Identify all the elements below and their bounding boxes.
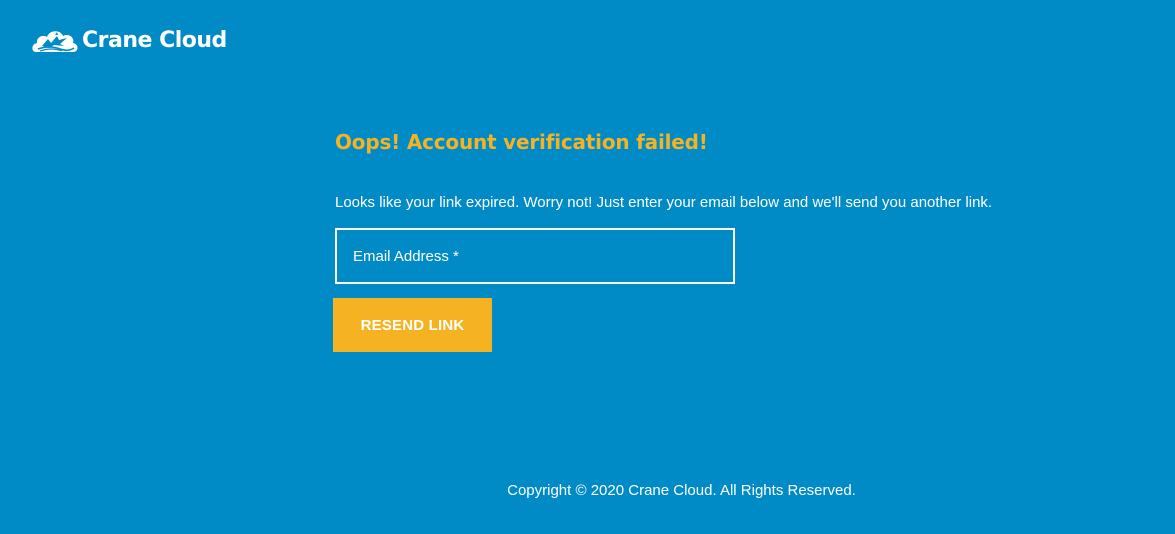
copyright-text: Copyright © 2020 Crane Cloud. All Rights… — [507, 482, 856, 499]
brand-logo-link[interactable]: Crane Cloud — [30, 24, 227, 56]
email-input[interactable] — [337, 230, 733, 282]
footer: Copyright © 2020 Crane Cloud. All Rights… — [0, 482, 1175, 499]
resend-link-button[interactable]: RESEND LINK — [333, 298, 492, 352]
crane-cloud-icon — [30, 24, 80, 56]
email-field[interactable] — [335, 228, 735, 284]
brand-name: Crane Cloud — [82, 27, 227, 53]
page-title: Oops! Account verification failed! — [335, 130, 708, 154]
site-header: Crane Cloud — [30, 22, 227, 58]
verification-panel: Oops! Account verification failed! Looks… — [333, 130, 1075, 352]
verification-message: Looks like your link expired. Worry not!… — [335, 194, 993, 211]
